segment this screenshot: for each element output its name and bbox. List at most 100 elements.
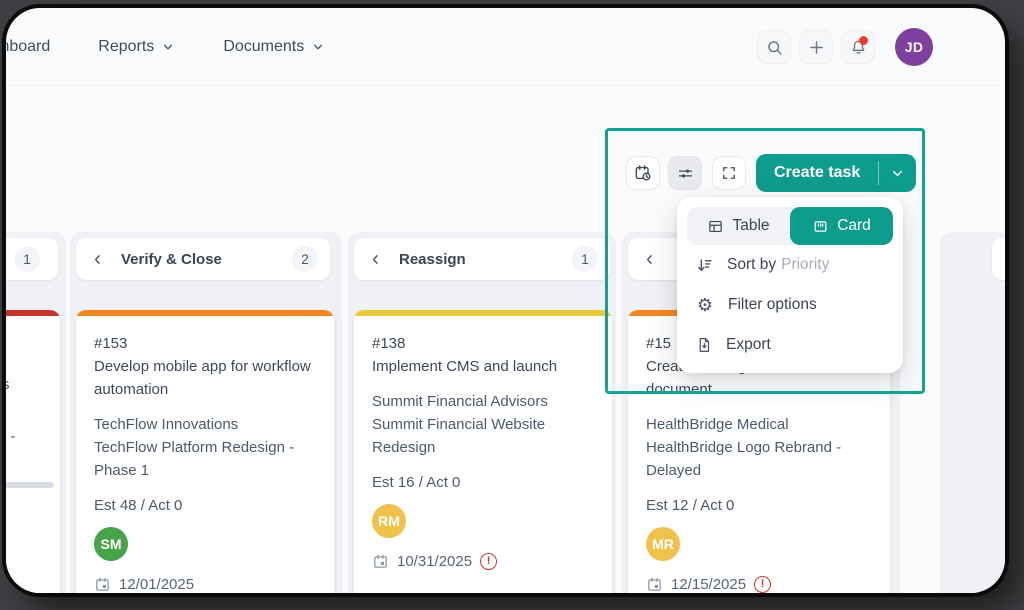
task-effort: Est 48 / Act 0 bbox=[94, 494, 316, 517]
display-options-menu: Table Card Sort by Priority bbox=[677, 197, 903, 373]
task-card-partial[interactable]: s d - bbox=[6, 310, 60, 593]
nav-actions: JD bbox=[757, 8, 933, 86]
screenshot-frame: Dashboard Reports Documents bbox=[0, 0, 1024, 610]
task-client: TechFlow Innovations bbox=[94, 413, 316, 436]
menu-item-export[interactable]: Export bbox=[687, 325, 893, 365]
view-toggle-card[interactable]: Card bbox=[790, 207, 893, 245]
search-button[interactable] bbox=[757, 30, 791, 64]
chevron-down-icon bbox=[890, 166, 905, 181]
task-project: Summit Financial Website Redesign bbox=[372, 413, 594, 459]
sort-by-text: Sort by bbox=[727, 256, 776, 273]
due-date-row: 10/31/2025 bbox=[372, 550, 594, 573]
task-effort: Est 16 / Act 0 bbox=[372, 471, 594, 494]
filter-options-label: Filter options bbox=[728, 296, 817, 314]
card-icon bbox=[812, 218, 829, 235]
column-title: Verify & Close bbox=[121, 251, 222, 268]
display-options-button[interactable] bbox=[668, 156, 702, 190]
task-client-project: HealthBridge Medical HealthBridge Logo R… bbox=[646, 413, 872, 482]
fullscreen-button[interactable] bbox=[712, 156, 746, 190]
create-task-button[interactable]: Create task bbox=[756, 154, 878, 192]
task-client: HealthBridge Medical bbox=[646, 413, 872, 436]
app-window: Dashboard Reports Documents bbox=[6, 8, 1005, 593]
task-id: #138 bbox=[372, 332, 594, 355]
column-count-badge: 2 bbox=[292, 246, 318, 272]
column-count-badge: 1 bbox=[572, 246, 598, 272]
chevron-down-icon bbox=[311, 40, 325, 54]
nav-reports-label: Reports bbox=[98, 38, 154, 56]
create-task-label: Create task bbox=[774, 164, 860, 182]
collapse-column-icon[interactable] bbox=[642, 252, 657, 267]
column-header-partial-left[interactable]: 1 bbox=[6, 238, 58, 280]
add-button[interactable] bbox=[799, 30, 833, 64]
view-toggle-table-label: Table bbox=[732, 217, 769, 235]
due-date: 12/01/2025 bbox=[119, 573, 194, 593]
export-label: Export bbox=[726, 336, 771, 354]
kanban-board: Create task 1 bbox=[6, 87, 1005, 593]
notification-badge bbox=[859, 36, 868, 45]
overdue-warning-icon bbox=[480, 553, 497, 570]
create-task-dropdown-button[interactable] bbox=[879, 154, 916, 192]
table-icon bbox=[707, 218, 724, 235]
calendar-icon bbox=[646, 576, 663, 593]
task-title: Develop mobile app for workflow automati… bbox=[94, 355, 316, 401]
sort-by-label: Sort by Priority bbox=[727, 256, 829, 274]
task-card-138[interactable]: #138 Implement CMS and launch Summit Fin… bbox=[354, 310, 612, 593]
menu-item-sort-by[interactable]: Sort by Priority bbox=[687, 245, 893, 285]
plus-icon bbox=[807, 38, 826, 57]
gear-icon: ⚙ bbox=[695, 296, 715, 314]
task-effort: Est 12 / Act 0 bbox=[646, 494, 872, 517]
due-date-row: 12/01/2025 bbox=[94, 573, 316, 593]
column-bg-partial-right bbox=[940, 232, 1005, 593]
due-date: 10/31/2025 bbox=[397, 550, 472, 573]
due-date: 12/15/2025 bbox=[671, 573, 746, 593]
collapse-column-icon[interactable] bbox=[368, 252, 383, 267]
task-title: Implement CMS and launch bbox=[372, 355, 594, 378]
sliders-icon bbox=[676, 164, 695, 183]
column-header-partial-right[interactable] bbox=[992, 238, 1005, 280]
top-nav: Dashboard Reports Documents bbox=[6, 8, 1005, 86]
view-toggle: Table Card bbox=[687, 207, 893, 245]
calendar-view-button[interactable] bbox=[626, 156, 660, 190]
user-avatar[interactable]: JD bbox=[895, 28, 933, 66]
nav-item-documents[interactable]: Documents bbox=[223, 38, 325, 56]
task-id: #153 bbox=[94, 332, 316, 355]
clipped-text: d - bbox=[6, 428, 16, 445]
nav-item-reports[interactable]: Reports bbox=[98, 38, 175, 56]
task-card-153[interactable]: #153 Develop mobile app for workflow aut… bbox=[76, 310, 334, 593]
task-client-project: Summit Financial Advisors Summit Financi… bbox=[372, 390, 594, 459]
view-toggle-table[interactable]: Table bbox=[687, 207, 790, 245]
notifications-button[interactable] bbox=[841, 30, 875, 64]
card-body: #138 Implement CMS and launch Summit Fin… bbox=[354, 316, 612, 573]
chevron-down-icon bbox=[161, 40, 175, 54]
collapse-column-icon[interactable] bbox=[90, 252, 105, 267]
sort-by-value: Priority bbox=[781, 256, 829, 273]
assignee-avatar[interactable]: RM bbox=[372, 504, 406, 538]
assignee-avatar[interactable]: SM bbox=[94, 527, 128, 561]
calendar-icon bbox=[94, 576, 111, 593]
nav-documents-label: Documents bbox=[223, 38, 304, 56]
column-title: Reassign bbox=[399, 251, 466, 268]
card-body: #153 Develop mobile app for workflow aut… bbox=[76, 316, 334, 593]
calendar-icon bbox=[372, 553, 389, 570]
sort-icon bbox=[695, 256, 714, 275]
column-count-badge: 1 bbox=[14, 246, 40, 272]
view-toggle-card-label: Card bbox=[837, 217, 871, 235]
task-project: TechFlow Platform Redesign - Phase 1 bbox=[94, 436, 316, 482]
create-task-split-button: Create task bbox=[756, 154, 916, 192]
due-date-row: 12/15/2025 bbox=[646, 573, 872, 593]
task-client-project: TechFlow Innovations TechFlow Platform R… bbox=[94, 413, 316, 482]
export-icon bbox=[695, 336, 713, 354]
nav-item-dashboard[interactable]: Dashboard bbox=[6, 38, 50, 56]
column-header-verify-close[interactable]: Verify & Close 2 bbox=[76, 238, 330, 280]
column-header-reassign[interactable]: Reassign 1 bbox=[354, 238, 610, 280]
task-client: Summit Financial Advisors bbox=[372, 390, 594, 413]
menu-item-filter-options[interactable]: ⚙ Filter options bbox=[687, 285, 893, 325]
task-project: HealthBridge Logo Rebrand - Delayed bbox=[646, 436, 872, 482]
nav-menu: Dashboard Reports Documents bbox=[6, 8, 325, 86]
priority-bar bbox=[6, 310, 60, 316]
search-icon bbox=[765, 38, 784, 57]
assignee-avatar[interactable]: MR bbox=[646, 527, 680, 561]
calendar-clock-icon bbox=[633, 163, 653, 183]
fullscreen-icon bbox=[720, 164, 738, 182]
nav-dashboard-label: Dashboard bbox=[6, 38, 50, 56]
